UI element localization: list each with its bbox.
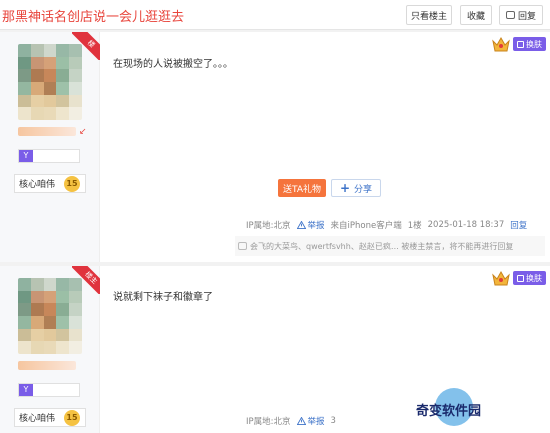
skin-tag[interactable]: 换肤 xyxy=(491,268,546,288)
post-reply-link[interactable]: 回复 xyxy=(510,219,527,231)
author-column: 楼主 Y 核心咱伟 15 xyxy=(0,266,100,433)
core-level: 15 xyxy=(64,176,80,192)
author-name[interactable] xyxy=(18,361,76,370)
crown-icon xyxy=(491,268,511,288)
skin-label: 换肤 xyxy=(526,39,542,49)
warning-icon xyxy=(296,417,306,425)
skin-label: 换肤 xyxy=(526,273,542,283)
plus-icon: + xyxy=(339,181,351,195)
skin-button[interactable]: 换肤 xyxy=(513,271,546,285)
thread-title: 那黑神话名创店说一会儿逛逛去 xyxy=(2,10,185,25)
post-meta: IP属地:北京 举报 3 xyxy=(246,415,336,427)
comment-icon xyxy=(238,242,247,250)
reply-button[interactable]: 回复 xyxy=(499,5,543,25)
ip-location: IP属地:北京 xyxy=(246,221,291,231)
crown-icon xyxy=(491,34,511,54)
reply-label: 回复 xyxy=(517,11,536,22)
report-link[interactable]: 举报 xyxy=(296,415,325,427)
gift-button[interactable]: 送TA礼物 xyxy=(278,179,326,197)
only-host-label: 只看楼主 xyxy=(410,11,447,22)
report-link[interactable]: 举报 xyxy=(296,219,325,231)
level-mini-icon: Y xyxy=(19,384,33,396)
thread-header: 那黑神话名创店说一会儿逛逛去 只看楼主 收藏 回复 xyxy=(0,0,550,30)
source-link[interactable]: 来自iPhone客户端 xyxy=(331,219,402,231)
meta-extra: 3 xyxy=(330,416,336,426)
post-text: 说就剩下袜子和徽章了 xyxy=(113,292,213,303)
author-name[interactable] xyxy=(18,127,76,136)
level-mini-icon: Y xyxy=(19,150,33,162)
post-datetime: 2025-01-18 18:37 xyxy=(427,220,505,230)
reply-icon xyxy=(505,11,515,19)
favorite-button[interactable]: 收藏 xyxy=(460,5,492,25)
warning-icon xyxy=(296,221,306,229)
core-badge[interactable]: 核心咱伟 15 xyxy=(14,174,86,193)
skin-badge-icon xyxy=(517,274,524,282)
name-mark-icon: ↙ xyxy=(79,127,87,137)
share-button[interactable]: + 分享 xyxy=(331,179,381,197)
watermark: 奇变软件园 xyxy=(398,388,528,433)
level-badge: Y xyxy=(18,149,80,163)
core-badge-label: 核心咱伟 xyxy=(19,414,56,424)
favorite-label: 收藏 xyxy=(466,11,485,22)
comment-notice: 会飞的大菜鸟、qwertfsvhh、赵赵已疯… 被楼主禁言，将不能再进行回复 xyxy=(235,236,545,256)
skin-button[interactable]: 换肤 xyxy=(513,37,546,51)
post-meta: IP属地:北京 举报 来自iPhone客户端 1楼 2025-01-18 18:… xyxy=(246,219,527,231)
post-floor-1: 楼 ↙ Y 核心咱伟 15 换肤 在现场的人说被搬空了。。。 送TA礼物 + 分… xyxy=(0,32,550,262)
core-level: 15 xyxy=(64,410,80,426)
core-badge-label: 核心咱伟 xyxy=(19,180,56,190)
skin-badge-icon xyxy=(517,40,524,48)
floor-number: 1楼 xyxy=(407,221,422,231)
comment-notice-text: 会飞的大菜鸟、qwertfsvhh、赵赵已疯… 被楼主禁言，将不能再进行回复 xyxy=(250,241,514,251)
author-column: 楼 ↙ Y 核心咱伟 15 xyxy=(0,32,100,262)
watermark-text: 奇变软件园 xyxy=(416,404,482,419)
avatar[interactable] xyxy=(18,278,82,354)
ip-location: IP属地:北京 xyxy=(246,417,291,427)
only-host-button[interactable]: 只看楼主 xyxy=(406,5,452,25)
core-badge[interactable]: 核心咱伟 15 xyxy=(14,408,86,427)
skin-tag[interactable]: 换肤 xyxy=(491,34,546,54)
level-badge: Y xyxy=(18,383,80,397)
post-text: 在现场的人说被搬空了。。。 xyxy=(113,59,233,70)
share-label: 分享 xyxy=(354,184,373,195)
avatar[interactable] xyxy=(18,44,82,120)
